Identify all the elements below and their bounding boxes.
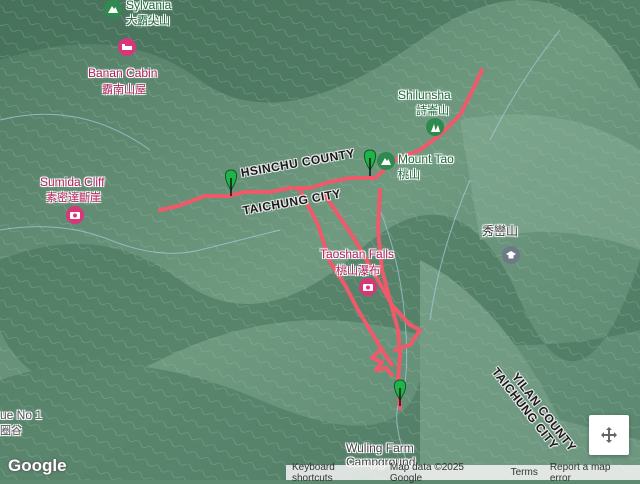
- report-error-link[interactable]: Report a map error: [544, 462, 640, 484]
- fullscreen-icon: [601, 427, 617, 443]
- label-xiuluan[interactable]: 秀巒山: [482, 222, 518, 239]
- bed-icon[interactable]: [118, 38, 136, 56]
- mountain-icon[interactable]: [104, 0, 122, 18]
- label-sylvania[interactable]: Sylvania: [126, 0, 171, 12]
- google-logo: Google: [8, 456, 67, 475]
- label-mount-tao-zh: 桃山: [398, 169, 420, 181]
- label-mount-tao[interactable]: Mount Tao: [398, 152, 454, 166]
- label-taoshan-falls-zh: 桃山瀑布: [336, 265, 380, 277]
- terms-link[interactable]: Terms: [505, 467, 544, 478]
- label-shilunsha-zh: 詩崙山: [416, 105, 449, 117]
- label-shilunsha[interactable]: Shilunsha: [398, 88, 451, 102]
- label-sylvania-zh: 大霸尖山: [126, 15, 170, 27]
- attribution-bar: Keyboard shortcuts Map data ©2025 Google…: [286, 462, 640, 484]
- camera-icon[interactable]: [66, 206, 84, 224]
- label-banan-cabin[interactable]: Banan Cabin: [88, 66, 157, 80]
- mountain-icon[interactable]: [426, 118, 444, 136]
- fullscreen-button[interactable]: [589, 415, 629, 455]
- label-cirque[interactable]: ue No 1: [0, 408, 42, 422]
- label-banan-cabin-zh: 霸南山屋: [102, 84, 146, 96]
- camera-icon[interactable]: [359, 278, 377, 296]
- mountain-icon[interactable]: [377, 152, 395, 170]
- keyboard-shortcuts-link[interactable]: Keyboard shortcuts: [286, 462, 384, 484]
- label-sumida-cliff-zh: 素密達斷崖: [46, 192, 101, 204]
- label-cirque-zh: 圈谷: [0, 425, 22, 437]
- label-taoshan-falls[interactable]: Taoshan Falls: [320, 247, 394, 261]
- label-wuling-farm[interactable]: Wuling Farm: [346, 441, 414, 455]
- school-icon[interactable]: [502, 246, 520, 264]
- label-sumida-cliff[interactable]: Sumida Cliff: [40, 175, 104, 189]
- map-data-text: Map data ©2025 Google: [389, 461, 464, 484]
